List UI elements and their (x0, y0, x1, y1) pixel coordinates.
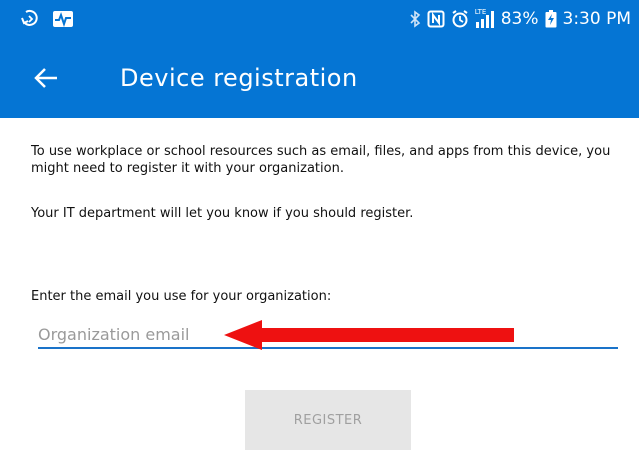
email-field-label: Enter the email you use for your organiz… (31, 289, 332, 304)
alarm-icon (451, 10, 469, 28)
app-bar: Device registration (0, 38, 639, 118)
arrow-back-icon (34, 68, 57, 88)
bluetooth-icon (409, 10, 421, 28)
hangouts-icon (20, 9, 40, 29)
nfc-icon (427, 10, 445, 28)
status-bar: LTE 83% 3:30 PM (0, 0, 639, 38)
intro-text: To use workplace or school resources suc… (31, 144, 611, 176)
register-button[interactable]: REGISTER (245, 390, 411, 450)
it-note-text: Your IT department will let you know if … (31, 206, 414, 221)
email-field[interactable] (38, 321, 618, 349)
signal-icon: LTE (475, 9, 495, 29)
page-title: Device registration (120, 64, 358, 92)
status-icons: LTE 83% 3:30 PM (409, 0, 631, 38)
clock-time: 3:30 PM (562, 9, 632, 29)
main-content: To use workplace or school resources suc… (0, 118, 639, 450)
battery-icon (545, 10, 557, 28)
battery-percent: 83% (500, 9, 539, 29)
back-button[interactable] (26, 60, 66, 96)
pulse-icon (52, 9, 73, 29)
